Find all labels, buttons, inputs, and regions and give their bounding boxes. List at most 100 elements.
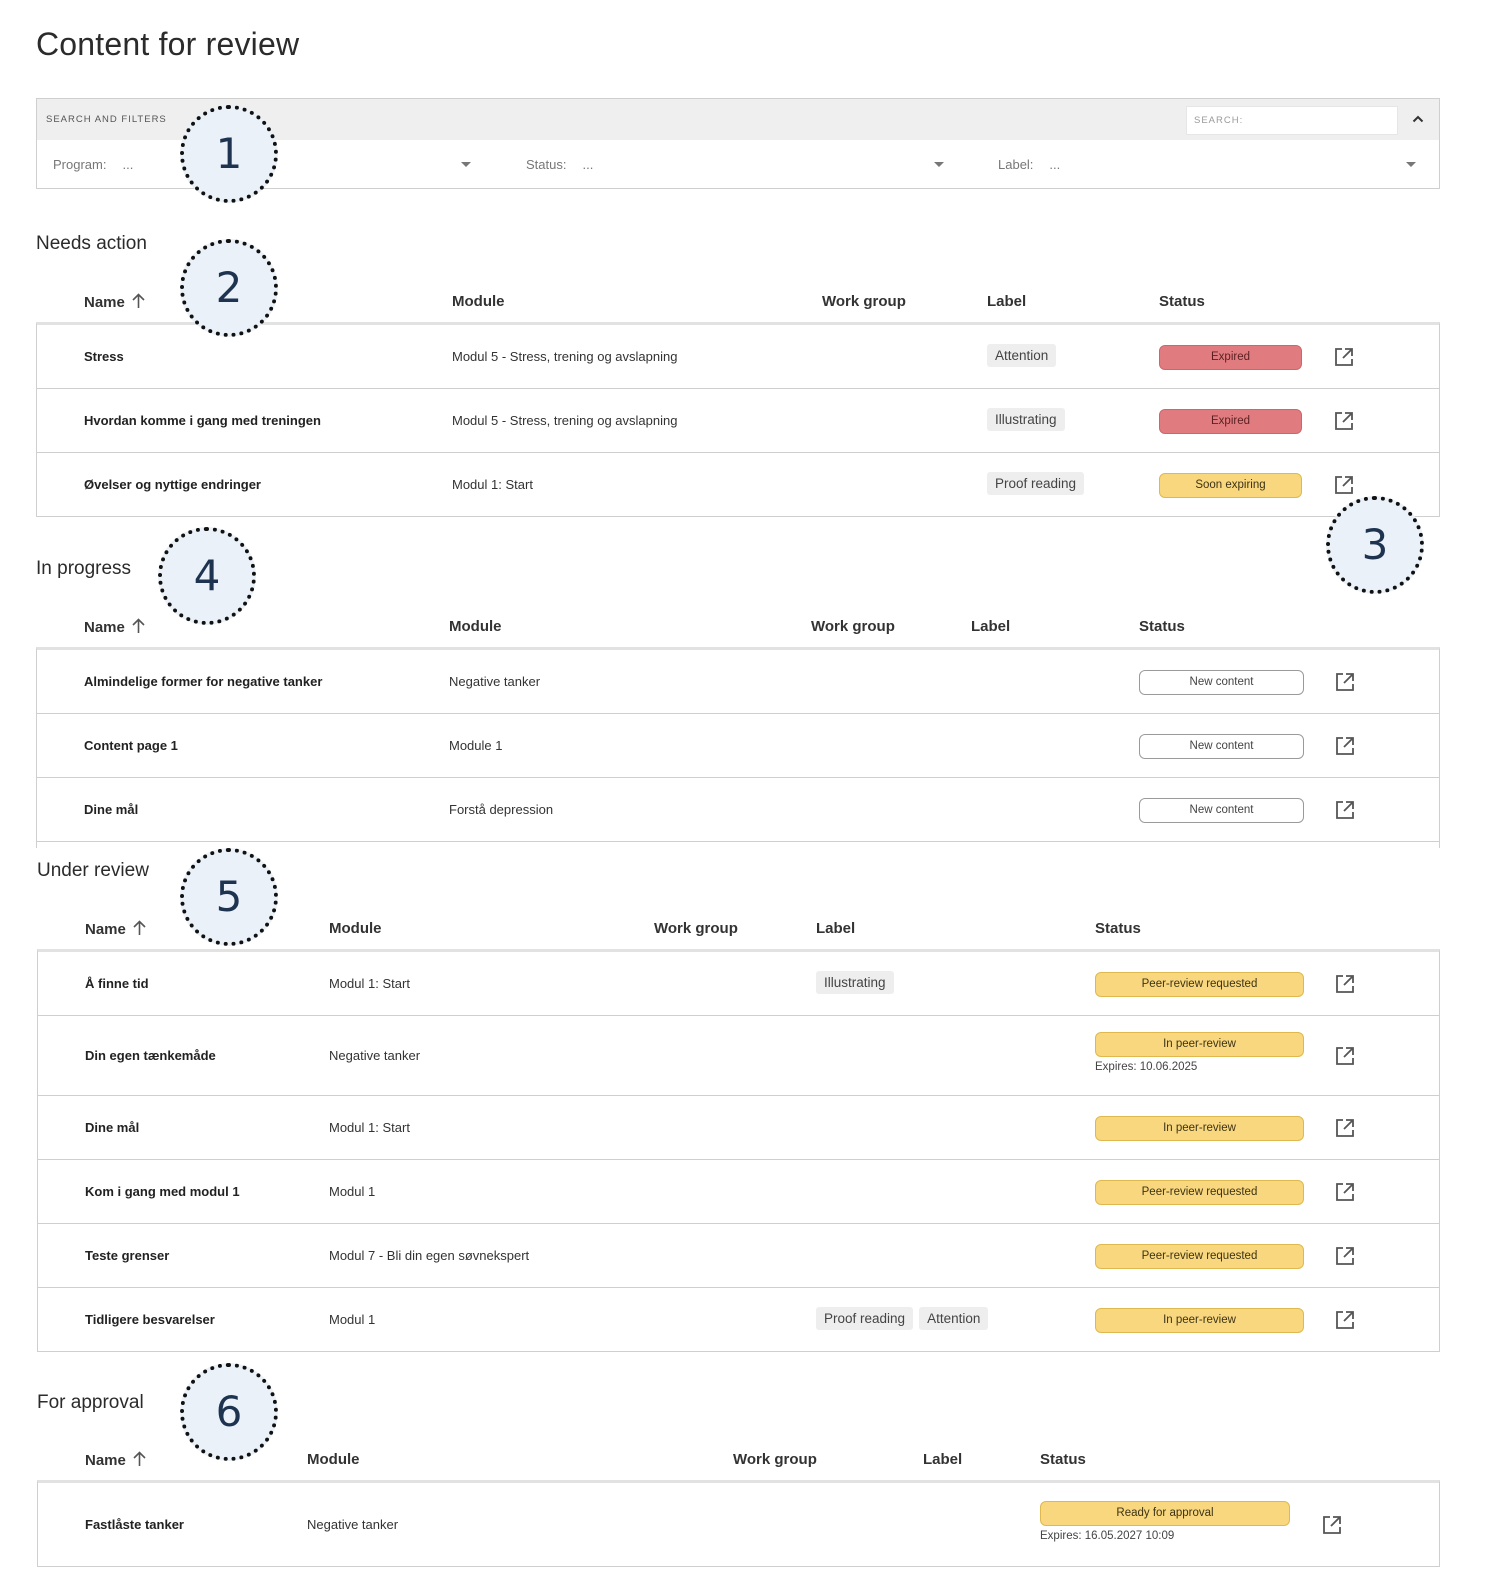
- external-link-icon[interactable]: [1334, 1045, 1356, 1067]
- external-link-icon[interactable]: [1334, 1309, 1356, 1331]
- table-row[interactable]: Dine mål Forstå depression New content: [37, 778, 1439, 842]
- external-link-icon[interactable]: [1334, 1245, 1356, 1267]
- annotation-marker-6: 6: [180, 1363, 278, 1461]
- row-name: Almindelige former for negative tanker: [84, 673, 323, 689]
- caret-down-icon[interactable]: [461, 162, 471, 167]
- column-header-label: Label: [923, 1451, 963, 1468]
- table-row[interactable]: Dine mål Modul 1: Start In peer-review: [38, 1096, 1439, 1160]
- for-approval-header-name[interactable]: Name: [85, 1451, 147, 1471]
- status-badge: Expired: [1159, 344, 1302, 370]
- arrow-up-icon[interactable]: [131, 618, 146, 638]
- row-name: Teste grenser: [85, 1247, 170, 1263]
- status-filter-value: ...: [582, 157, 594, 172]
- table-row[interactable]: Kom i gang med modul 1 Modul 1 Peer-review…: [38, 1160, 1439, 1224]
- expiry-date: Expires: 16.05.2027 10:09: [1040, 1529, 1175, 1542]
- arrow-up-icon[interactable]: [132, 920, 147, 940]
- external-link-icon[interactable]: [1333, 346, 1355, 368]
- status-badge: Peer-review requested: [1095, 1179, 1304, 1205]
- row-name: Hvordan komme i gang med treningen: [84, 412, 321, 428]
- row-name: Øvelser og nyttige endringer: [84, 476, 261, 492]
- needs-action-header-status: Status: [1159, 293, 1205, 310]
- table-row[interactable]: Å finne tid Modul 1: Start Illustrating Pee…: [38, 952, 1439, 1016]
- annotation-marker-4: 4: [158, 527, 256, 625]
- column-header-label: Work group: [733, 1451, 817, 1468]
- table-row[interactable]: Din egen tænkemåde Negative tanker In peer…: [38, 1016, 1439, 1096]
- column-header-label: Label: [971, 618, 1011, 635]
- status-badge: Peer-review requested: [1095, 971, 1304, 997]
- status-badge: Ready for approval: [1040, 1500, 1290, 1526]
- table-row[interactable]: Teste grenser Modul 7 - Bli din egen søvn…: [38, 1224, 1439, 1288]
- row-module: Negative tanker: [449, 673, 541, 689]
- table-row[interactable]: Almindelige former for negative tanker Ne…: [37, 650, 1439, 714]
- chevron-up-icon[interactable]: [1410, 111, 1426, 127]
- status-filter-label: Status:: [526, 157, 567, 172]
- column-header-label: Name: [85, 921, 126, 938]
- needs-action-table: Stress Modul 5 - Stress, trening og avsla…: [36, 322, 1440, 517]
- column-header-label: Work group: [811, 618, 895, 635]
- status-badge: In peer-review: [1095, 1031, 1304, 1057]
- row-name: Stress: [84, 348, 124, 364]
- column-header-label: Module: [452, 293, 505, 310]
- expiry-date: Expires: 10.06.2025: [1095, 1060, 1198, 1073]
- column-header-label: Name: [85, 1452, 126, 1469]
- column-header-label: Name: [84, 619, 125, 636]
- row-module: Modul 1: Start: [452, 476, 533, 492]
- in-progress-header-module: Module: [449, 618, 502, 635]
- external-link-icon[interactable]: [1334, 799, 1356, 821]
- caret-down-icon[interactable]: [934, 162, 944, 167]
- under-review-header-work-group: Work group: [654, 920, 738, 937]
- external-link-icon[interactable]: [1334, 671, 1356, 693]
- label-filter[interactable]: Label:...: [998, 157, 1418, 172]
- column-header-label: Status: [1095, 920, 1141, 937]
- table-row[interactable]: Øvelser og nyttige endringer Modul 1: Sta…: [37, 453, 1439, 517]
- table-row[interactable]: Hvordan komme i gang med treningen Modul …: [37, 389, 1439, 453]
- row-name: Å finne tid: [85, 975, 149, 991]
- annotation-marker-5: 5: [180, 848, 278, 946]
- external-link-icon[interactable]: [1321, 1514, 1343, 1536]
- in-progress-header-name[interactable]: Name: [84, 618, 146, 638]
- external-link-icon[interactable]: [1333, 410, 1355, 432]
- under-review-header-status: Status: [1095, 920, 1141, 937]
- row-module: Modul 5 - Stress, trening og avslapning: [452, 412, 678, 428]
- row-labels: Illustrating: [987, 407, 1071, 431]
- label-filter-label: Label:: [998, 157, 1034, 172]
- row-name: Tidligere besvarelser: [85, 1311, 215, 1327]
- filter-panel-heading: SEARCH AND FILTERS: [46, 114, 167, 125]
- status-badge: In peer-review: [1095, 1307, 1304, 1333]
- needs-action-header-work-group: Work group: [822, 293, 906, 310]
- table-row[interactable]: Stress Modul 5 - Stress, trening og avsla…: [37, 325, 1439, 389]
- under-review-header-module: Module: [329, 920, 382, 937]
- table-row[interactable]: Fastlåste tanker Negative tanker Ready for…: [38, 1483, 1439, 1567]
- row-labels: Proof reading: [987, 471, 1090, 495]
- external-link-icon[interactable]: [1334, 735, 1356, 757]
- row-module: Forstå depression: [449, 801, 554, 817]
- arrow-up-icon[interactable]: [132, 1451, 147, 1471]
- for-approval-header-module: Module: [307, 1451, 360, 1468]
- label-chip: Illustrating: [987, 407, 1065, 431]
- external-link-icon[interactable]: [1334, 973, 1356, 995]
- external-link-icon[interactable]: [1334, 1117, 1356, 1139]
- status-filter[interactable]: Status:...: [526, 157, 946, 172]
- annotation-marker-3: 3: [1326, 496, 1424, 594]
- row-labels: Illustrating: [816, 970, 900, 994]
- arrow-up-icon[interactable]: [131, 293, 146, 313]
- page-title: Content for review: [36, 26, 300, 62]
- label-chip: Attention: [987, 343, 1057, 367]
- column-header-label: Label: [816, 920, 856, 937]
- table-row[interactable]: Content page 1 Module 1 New content: [37, 714, 1439, 778]
- caret-down-icon[interactable]: [1406, 162, 1416, 167]
- external-link-icon[interactable]: [1334, 1181, 1356, 1203]
- column-header-label: Label: [987, 293, 1027, 310]
- in-progress-title: In progress: [36, 558, 132, 579]
- label-chip: Illustrating: [816, 970, 894, 994]
- under-review-header-name[interactable]: Name: [85, 920, 147, 940]
- status-badge: In peer-review: [1095, 1115, 1304, 1141]
- external-link-icon[interactable]: [1333, 474, 1355, 496]
- column-header-label: Work group: [654, 920, 738, 937]
- needs-action-header-name[interactable]: Name: [84, 293, 146, 313]
- column-header-label: Status: [1159, 293, 1205, 310]
- search-input[interactable]: [1187, 107, 1397, 134]
- row-labels: Proof reading Attention: [816, 1306, 994, 1330]
- table-row[interactable]: Tidligere besvarelser Modul 1 Proof readin…: [38, 1288, 1439, 1352]
- row-name: Kom i gang med modul 1: [85, 1183, 240, 1199]
